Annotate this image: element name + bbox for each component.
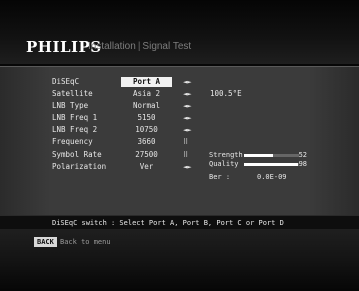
- strength-bar-fill: [244, 154, 273, 157]
- setting-label: Symbol Rate: [52, 149, 102, 159]
- settings-panel: DiSEqC Port A ◄► Satellite Asia 2 ◄► 100…: [0, 66, 359, 215]
- setting-label: LNB Type: [52, 101, 89, 111]
- numeric-keypad-icon[interactable]: ⠿: [183, 149, 188, 161]
- quality-bar-fill: [244, 163, 298, 166]
- strength-bar: [244, 154, 299, 157]
- setting-label: Frequency: [52, 137, 93, 147]
- setting-label: Polarization: [52, 161, 107, 171]
- satellite-value-selector[interactable]: Asia 2: [121, 89, 172, 99]
- polarization-value-selector[interactable]: Ver: [121, 162, 172, 172]
- footer: BACK Back to menu: [0, 229, 359, 291]
- setting-row-lnb-freq-1[interactable]: LNB Freq 1 5150 ◄►: [52, 112, 352, 124]
- breadcrumb-signal-test: Signal Test: [142, 41, 192, 52]
- left-right-arrows-icon[interactable]: ◄►: [183, 100, 191, 112]
- left-right-arrows-icon[interactable]: ◄►: [183, 76, 191, 88]
- signal-meters: Strength 52 Quality 98 Ber : 0.0E-09: [209, 151, 349, 182]
- symbol-rate-value-field[interactable]: 27500: [121, 150, 172, 160]
- ber-readout: Ber : 0.0E-09: [209, 172, 349, 182]
- strength-label: Strength: [209, 151, 243, 159]
- back-key-button[interactable]: BACK: [34, 237, 57, 247]
- setting-label: Satellite: [52, 89, 93, 99]
- quality-bar: [244, 163, 299, 166]
- header: PHILIPS Installation | Signal Test: [0, 0, 359, 64]
- ber-label: Ber :: [209, 173, 231, 181]
- lnb-freq-1-value-selector[interactable]: 5150: [121, 113, 172, 123]
- breadcrumb: Installation | Signal Test: [88, 41, 191, 52]
- strength-meter: Strength 52: [209, 151, 349, 160]
- left-right-arrows-icon[interactable]: ◄►: [183, 161, 191, 173]
- quality-value: 98: [298, 160, 307, 168]
- numeric-keypad-icon[interactable]: ⠿: [183, 136, 188, 148]
- strength-value: 52: [298, 151, 307, 159]
- quality-meter: Quality 98: [209, 160, 349, 169]
- help-status-bar: DiSEqC switch : Select Port A, Port B, P…: [0, 215, 359, 230]
- setting-row-frequency[interactable]: Frequency 3660 ⠿: [52, 136, 352, 148]
- setting-label: LNB Freq 2: [52, 125, 98, 135]
- lnb-freq-2-value-selector[interactable]: 10750: [121, 125, 172, 135]
- diseqc-value-selector[interactable]: Port A: [121, 77, 172, 87]
- ber-value: 0.0E-09: [257, 173, 287, 181]
- setting-row-satellite[interactable]: Satellite Asia 2 ◄► 100.5°E: [52, 88, 352, 100]
- satellite-position: 100.5°E: [210, 89, 242, 99]
- lnb-type-value-selector[interactable]: Normal: [121, 101, 172, 111]
- setting-row-diseqc[interactable]: DiSEqC Port A ◄►: [52, 76, 352, 88]
- setting-label: LNB Freq 1: [52, 113, 98, 123]
- setting-row-lnb-type[interactable]: LNB Type Normal ◄►: [52, 100, 352, 112]
- setting-label: DiSEqC: [52, 77, 80, 86]
- left-right-arrows-icon[interactable]: ◄►: [183, 124, 191, 136]
- breadcrumb-installation: Installation: [88, 41, 136, 52]
- left-right-arrows-icon[interactable]: ◄►: [183, 112, 191, 124]
- setting-row-lnb-freq-2[interactable]: LNB Freq 2 10750 ◄►: [52, 124, 352, 136]
- back-to-menu-label: Back to menu: [60, 238, 111, 246]
- left-right-arrows-icon[interactable]: ◄►: [183, 88, 191, 100]
- quality-label: Quality: [209, 160, 239, 168]
- help-text: DiSEqC switch : Select Port A, Port B, P…: [52, 219, 284, 227]
- frequency-value-field[interactable]: 3660: [121, 137, 172, 147]
- breadcrumb-separator: |: [137, 41, 141, 52]
